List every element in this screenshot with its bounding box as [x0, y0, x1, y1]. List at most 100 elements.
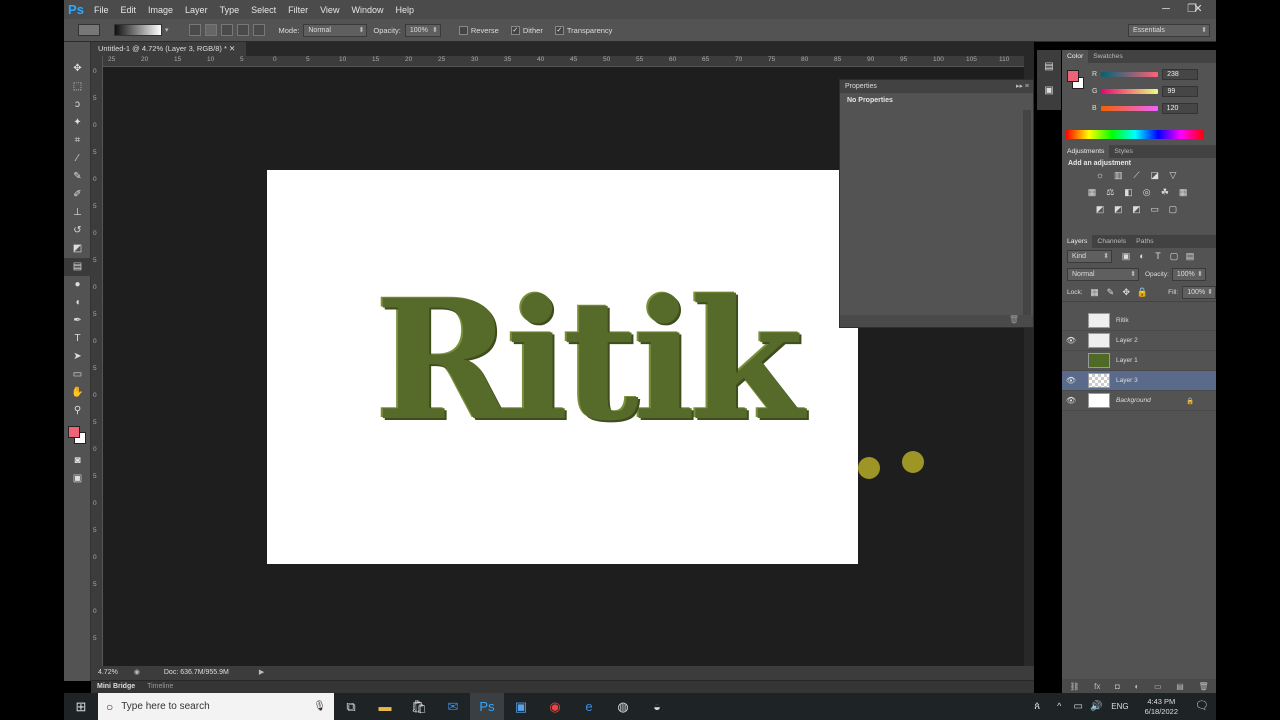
- mask-icon[interactable]: ◘: [1115, 682, 1120, 691]
- photos-icon[interactable]: ▣: [504, 693, 538, 720]
- lock-all-icon[interactable]: 🔒: [1136, 287, 1148, 298]
- menu-filter[interactable]: Filter: [282, 5, 314, 15]
- fill-field[interactable]: 100%: [1182, 286, 1216, 299]
- menu-file[interactable]: File: [88, 5, 115, 15]
- color-spectrum[interactable]: [1066, 130, 1204, 139]
- tool-preset-picker[interactable]: [78, 24, 100, 36]
- photo-filter-icon[interactable]: ◎: [1141, 187, 1153, 198]
- link-icon[interactable]: ⛓: [1069, 682, 1079, 691]
- zoom-level[interactable]: 4.72%: [98, 669, 118, 676]
- menu-layer[interactable]: Layer: [179, 5, 214, 15]
- clock[interactable]: 4:43 PM 6/18/2022: [1145, 697, 1178, 717]
- layer-row-layer-1[interactable]: Layer 1: [1062, 351, 1216, 371]
- taskbar-search[interactable]: ○ Type here to search 🎙: [98, 693, 334, 720]
- dodge-tool-icon[interactable]: ◖: [64, 294, 91, 312]
- adjustment-filter-icon[interactable]: ◐: [1136, 251, 1148, 262]
- healing-brush-tool-icon[interactable]: ✎: [64, 168, 91, 186]
- language-indicator[interactable]: ENG: [1111, 702, 1128, 711]
- history-brush-tool-icon[interactable]: ↺: [64, 222, 91, 240]
- layer-row-layer-3[interactable]: 👁 Layer 3: [1062, 371, 1216, 391]
- blue-value[interactable]: 120: [1161, 103, 1198, 114]
- tab-color[interactable]: Color: [1062, 50, 1089, 63]
- windows-start-icon[interactable]: ⊞: [64, 693, 98, 720]
- hand-tool-icon[interactable]: ✋: [64, 384, 91, 402]
- fg-color-chip[interactable]: [1067, 70, 1079, 82]
- clone-stamp-tool-icon[interactable]: ⊥: [64, 204, 91, 222]
- vibrance-icon[interactable]: ▽: [1167, 170, 1179, 181]
- adjustment-layer-icon[interactable]: ◐: [1135, 682, 1140, 691]
- menu-type[interactable]: Type: [214, 5, 246, 15]
- selective-color-icon[interactable]: ▢: [1167, 204, 1179, 215]
- store-icon[interactable]: 🛍: [402, 693, 436, 720]
- microphone-icon[interactable]: 🎙: [313, 701, 326, 712]
- tab-timeline[interactable]: Timeline: [147, 683, 173, 690]
- green-slider[interactable]: [1101, 89, 1159, 94]
- reflected-gradient-button[interactable]: [236, 24, 249, 36]
- linear-gradient-button[interactable]: [188, 24, 201, 36]
- close-button[interactable]: ✕: [1186, 0, 1210, 19]
- menu-help[interactable]: Help: [389, 5, 420, 15]
- status-menu-icon[interactable]: ▶: [259, 669, 264, 676]
- blend-mode-select[interactable]: Normal: [1067, 268, 1139, 281]
- info-icon[interactable]: ◉: [134, 669, 140, 676]
- workspace-select[interactable]: Essentials: [1128, 24, 1210, 37]
- screen-mode-icon[interactable]: ▣: [64, 470, 91, 488]
- eye-icon[interactable]: 👁: [1062, 376, 1080, 385]
- tab-layers[interactable]: Layers: [1062, 235, 1093, 248]
- red-slider[interactable]: [1101, 72, 1159, 77]
- lock-image-icon[interactable]: ✎: [1104, 287, 1116, 298]
- kind-filter-select[interactable]: Kind: [1067, 250, 1112, 263]
- tab-channels[interactable]: Channels: [1092, 235, 1131, 248]
- layer-row-ritik[interactable]: Ritik: [1062, 311, 1216, 331]
- tab-styles[interactable]: Styles: [1109, 145, 1138, 158]
- radial-gradient-button[interactable]: [204, 24, 217, 36]
- exposure-icon[interactable]: ◪: [1149, 170, 1161, 181]
- close-tab-icon[interactable]: ✕: [229, 44, 235, 53]
- brush-tool-icon[interactable]: ✐: [64, 186, 91, 204]
- properties-icon[interactable]: ▣: [1037, 82, 1061, 100]
- menu-image[interactable]: Image: [142, 5, 179, 15]
- type-filter-icon[interactable]: T: [1152, 251, 1164, 262]
- volume-icon[interactable]: 🔊: [1087, 693, 1105, 720]
- people-icon[interactable]: ጰ: [1025, 693, 1049, 720]
- gradient-tool-icon[interactable]: ▤: [64, 258, 91, 276]
- channel-mixer-icon[interactable]: ☘: [1159, 187, 1171, 198]
- tab-paths[interactable]: Paths: [1131, 235, 1158, 248]
- fx-icon[interactable]: fx: [1094, 682, 1100, 691]
- tab-adjustments[interactable]: Adjustments: [1062, 145, 1110, 158]
- pen-tool-icon[interactable]: ✒: [64, 312, 91, 330]
- photoshop-taskbar-icon[interactable]: Ps: [470, 693, 504, 720]
- green-value[interactable]: 99: [1162, 86, 1199, 97]
- foreground-color-swatch[interactable]: [68, 426, 80, 438]
- color-lookup-icon[interactable]: ▦: [1177, 187, 1189, 198]
- eyedropper-tool-icon[interactable]: ⁄: [64, 150, 91, 168]
- dither-checkbox[interactable]: ✓: [510, 25, 520, 35]
- network-icon[interactable]: ▭: [1069, 693, 1087, 720]
- chevron-down-icon[interactable]: ▾: [165, 26, 169, 34]
- chrome-icon[interactable]: ◉: [538, 693, 572, 720]
- eye-icon[interactable]: 👁: [1062, 396, 1080, 405]
- menu-edit[interactable]: Edit: [115, 5, 143, 15]
- black-white-icon[interactable]: ◧: [1122, 187, 1134, 198]
- chevron-up-icon[interactable]: ^: [1049, 693, 1069, 720]
- shape-filter-icon[interactable]: ▢: [1168, 251, 1180, 262]
- layer-row-layer-2[interactable]: 👁 Layer 2: [1062, 331, 1216, 351]
- group-icon[interactable]: ▭: [1154, 682, 1162, 691]
- brightness-icon[interactable]: ☼: [1094, 170, 1106, 181]
- posterize-icon[interactable]: ◩: [1112, 204, 1124, 215]
- blue-slider[interactable]: [1100, 106, 1158, 111]
- shape-tool-icon[interactable]: ▭: [64, 366, 91, 384]
- marquee-tool-icon[interactable]: ⬚: [64, 78, 91, 96]
- tab-mini-bridge[interactable]: Mini Bridge: [97, 683, 135, 690]
- layer-opacity-field[interactable]: 100%: [1171, 268, 1206, 281]
- edge-icon[interactable]: e: [572, 693, 606, 720]
- lasso-tool-icon[interactable]: ↄ: [64, 96, 91, 114]
- levels-icon[interactable]: ▥: [1112, 170, 1124, 181]
- diamond-gradient-button[interactable]: [252, 24, 265, 36]
- task-view-icon[interactable]: ⧉: [334, 693, 368, 720]
- mode-select[interactable]: Normal: [303, 23, 368, 37]
- angle-gradient-button[interactable]: [220, 24, 233, 36]
- menu-view[interactable]: View: [314, 5, 345, 15]
- invert-icon[interactable]: ◩: [1094, 204, 1106, 215]
- threshold-icon[interactable]: ◩: [1130, 204, 1142, 215]
